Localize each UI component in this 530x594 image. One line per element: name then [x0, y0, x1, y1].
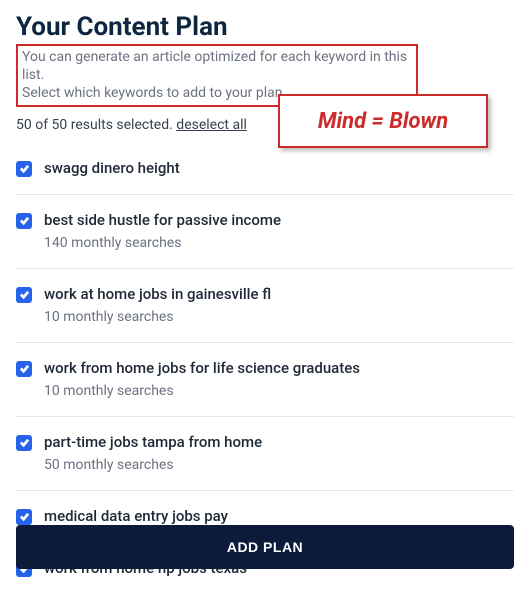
keyword-text: part-time jobs tampa from home: [44, 433, 262, 451]
selection-status-text: 50 of 50 results selected.: [16, 117, 173, 133]
page-title: Your Content Plan: [16, 12, 514, 42]
list-item: best side hustle for passive income 140 …: [16, 195, 514, 269]
keyword-text: work at home jobs in gainesville fl: [44, 285, 271, 303]
check-icon: [19, 511, 30, 522]
check-icon: [19, 289, 30, 300]
keyword-text: swagg dinero height: [44, 159, 180, 177]
add-plan-button[interactable]: ADD PLAN: [16, 525, 514, 569]
checkbox[interactable]: [16, 213, 32, 229]
list-item: part-time jobs tampa from home 50 monthl…: [16, 417, 514, 491]
keyword-text: medical data entry jobs pay: [44, 507, 228, 525]
list-item: work from home jobs for life science gra…: [16, 343, 514, 417]
check-icon: [19, 215, 30, 226]
annotation-text: Mind = Blown: [318, 109, 448, 134]
monthly-searches: 10 monthly searches: [44, 309, 271, 325]
annotation-box: Mind = Blown: [278, 94, 488, 148]
checkbox[interactable]: [16, 161, 32, 177]
check-icon: [19, 163, 30, 174]
checkbox[interactable]: [16, 361, 32, 377]
keyword-text: work from home jobs for life science gra…: [44, 359, 360, 377]
check-icon: [19, 363, 30, 374]
keyword-text: best side hustle for passive income: [44, 211, 281, 229]
monthly-searches: 140 monthly searches: [44, 235, 281, 251]
deselect-all-link[interactable]: deselect all: [176, 117, 247, 133]
checkbox[interactable]: [16, 287, 32, 303]
checkbox[interactable]: [16, 435, 32, 451]
monthly-searches: 10 monthly searches: [44, 383, 360, 399]
list-item: swagg dinero height: [16, 151, 514, 195]
checkbox[interactable]: [16, 509, 32, 525]
subtitle-line-1: You can generate an article optimized fo…: [22, 48, 412, 84]
list-item: work at home jobs in gainesville fl 10 m…: [16, 269, 514, 343]
monthly-searches: 50 monthly searches: [44, 457, 262, 473]
check-icon: [19, 437, 30, 448]
